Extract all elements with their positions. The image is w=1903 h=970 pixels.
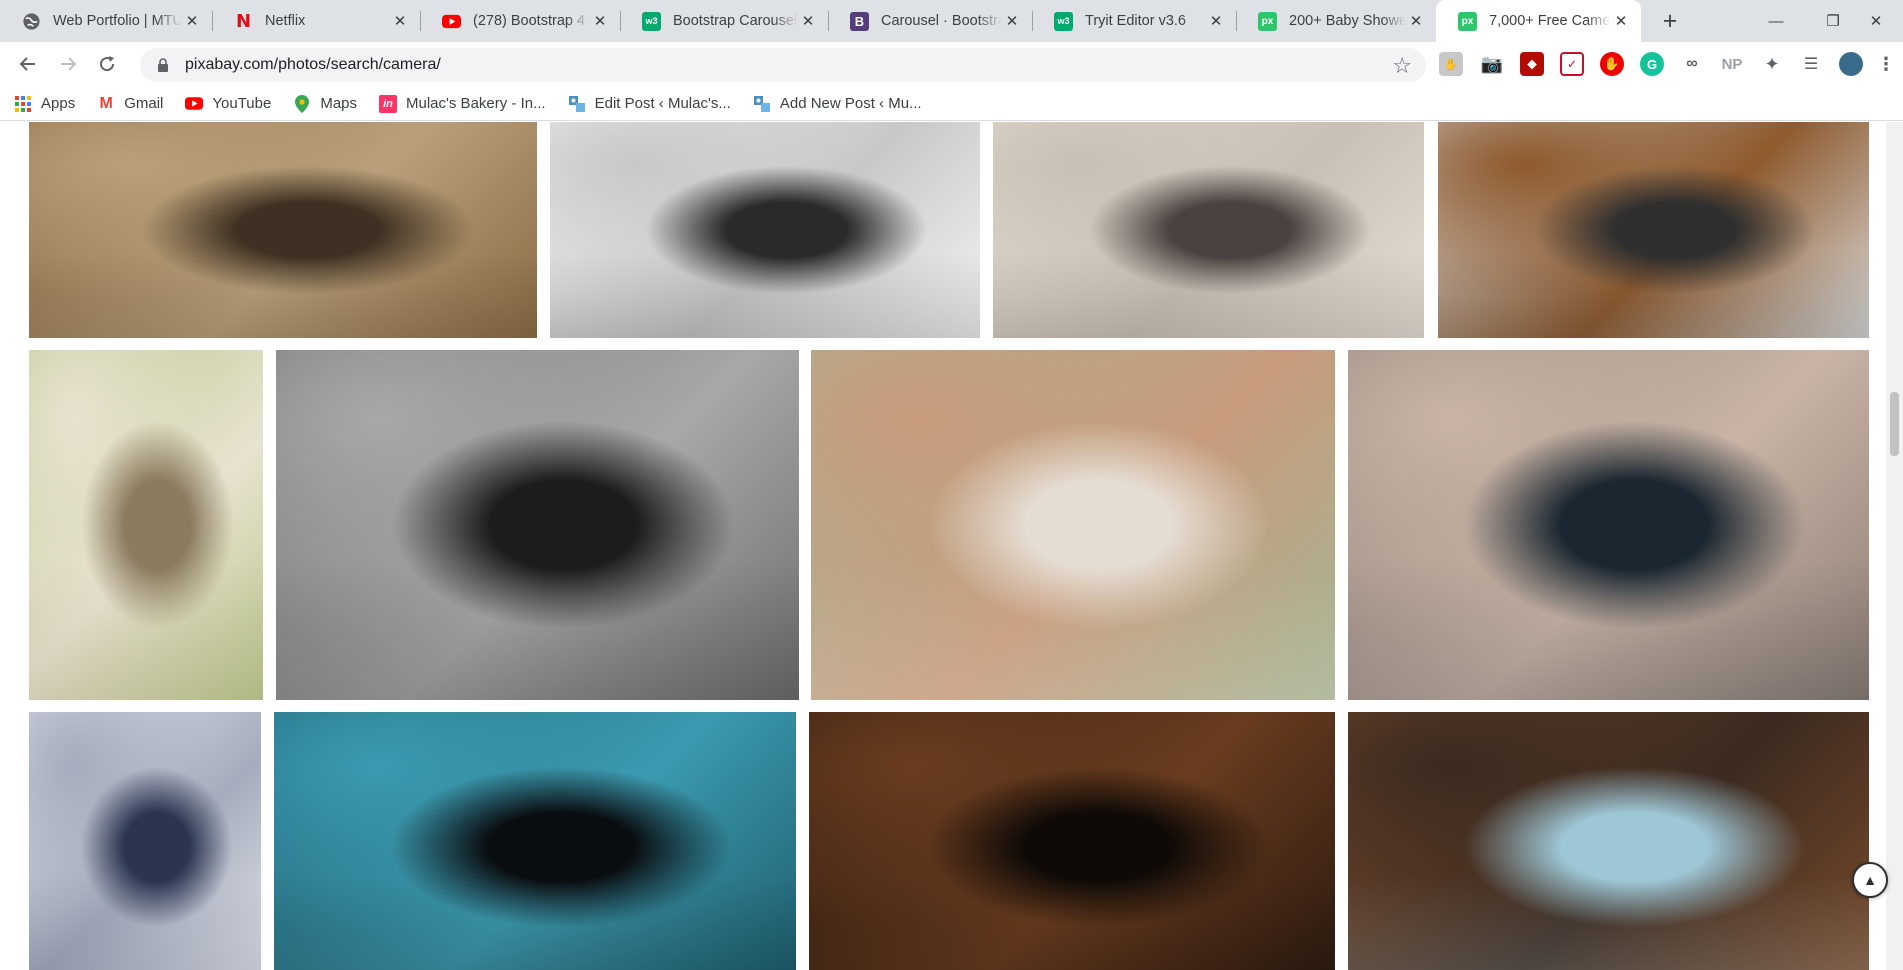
gmail-icon: M: [99, 94, 113, 112]
photo-bw-camera-lens[interactable]: [550, 122, 980, 338]
bookmark-maps[interactable]: Maps: [293, 94, 358, 113]
pixabay-icon: px: [1258, 11, 1277, 31]
tab-netflix[interactable]: N Netflix ✕: [212, 0, 421, 42]
tab-baby-shower[interactable]: px 200+ Baby Shower Photos ✕: [1236, 0, 1437, 42]
globe-icon: [22, 12, 41, 31]
pixabay-icon: px: [1458, 11, 1477, 31]
glasses-extension-icon[interactable]: ∞: [1680, 52, 1704, 76]
maps-pin-icon: [293, 94, 311, 113]
photo-laptop-camera-desk[interactable]: [1348, 712, 1869, 970]
tab-camera-photos-active[interactable]: px 7,000+ Free Camera Photos ✕: [1436, 0, 1641, 42]
minimize-icon[interactable]: —: [1746, 0, 1806, 42]
w3schools-icon: w3: [642, 11, 661, 31]
close-icon[interactable]: ✕: [798, 11, 818, 31]
tab-title: Bootstrap Carousel: [673, 13, 798, 29]
bookmark-label: Add New Post ‹ Mu...: [779, 95, 922, 112]
grammarly-icon[interactable]: G: [1640, 52, 1664, 76]
photo-olympus-camera[interactable]: [276, 350, 799, 700]
bookmark-star-icon[interactable]: ☆: [1392, 53, 1412, 79]
tab-carousel-bootstrap[interactable]: B Carousel · Bootstrap ✕: [828, 0, 1033, 42]
close-icon[interactable]: ✕: [1002, 11, 1022, 31]
wordpress-site-icon: [753, 95, 771, 113]
reload-icon[interactable]: [92, 49, 122, 79]
photo-camera-lens-closeup[interactable]: [1348, 350, 1869, 700]
tab-title: Netflix: [265, 13, 306, 29]
bookmark-label: Apps: [41, 95, 76, 112]
bookmark-gmail[interactable]: M Gmail: [97, 94, 164, 113]
window-close-icon[interactable]: ✕: [1846, 0, 1903, 42]
tab-title: (278) Bootstrap 4 Tutorial: [473, 13, 590, 29]
scrollbar-thumb[interactable]: [1890, 392, 1899, 456]
forward-arrow-icon[interactable]: [53, 49, 83, 79]
close-icon[interactable]: ✕: [1611, 11, 1631, 31]
bookmark-label: Maps: [320, 95, 358, 112]
adobe-acrobat-icon[interactable]: ⬥: [1520, 52, 1544, 76]
photo-girl-with-camera[interactable]: [29, 350, 263, 700]
close-icon[interactable]: ✕: [390, 11, 410, 31]
bookmark-label: YouTube: [212, 95, 272, 112]
bookmarks-bar: Apps M Gmail YouTube Maps in Mulac's Bak…: [0, 87, 1903, 121]
youtube-icon: [185, 95, 204, 113]
close-icon[interactable]: ✕: [590, 11, 610, 31]
wordpress-site-icon: [568, 95, 586, 113]
photo-vintage-folding-camera[interactable]: [809, 712, 1335, 970]
photo-woman-with-camera[interactable]: [29, 122, 537, 338]
invision-icon: in: [379, 94, 398, 113]
youtube-icon: [442, 12, 461, 31]
tab-bootstrap-carousel[interactable]: w3 Bootstrap Carousel ✕: [620, 0, 829, 42]
address-bar[interactable]: pixabay.com/photos/search/camera/ ☆: [140, 48, 1426, 82]
extensions-puzzle-icon[interactable]: ✦: [1760, 52, 1784, 76]
bookmark-label: Mulac's Bakery - In...: [406, 95, 546, 112]
apps-grid-icon: [14, 95, 32, 113]
photo-woman-film-camera[interactable]: [811, 350, 1335, 700]
adblock-shield-icon[interactable]: ✋: [1600, 52, 1624, 76]
browser-toolbar: pixabay.com/photos/search/camera/ ☆ ✋ 📷 …: [0, 42, 1903, 87]
tab-strip: Web Portfolio | MTU ✕ N Netflix ✕ (278) …: [0, 0, 1903, 42]
bookmark-label: Gmail: [124, 95, 164, 112]
photo-vintage-twin-lens[interactable]: [1438, 122, 1869, 338]
pocket-icon[interactable]: ✓: [1560, 52, 1584, 76]
tab-youtube-bootstrap[interactable]: (278) Bootstrap 4 Tutorial ✕: [420, 0, 621, 42]
scroll-to-top-icon[interactable]: ▲: [1852, 862, 1888, 898]
netflix-icon: N: [235, 10, 252, 32]
tab-title: 7,000+ Free Camera Photos: [1489, 13, 1611, 29]
bookmark-label: Edit Post ‹ Mulac's...: [594, 95, 731, 112]
profile-avatar[interactable]: [1839, 52, 1863, 76]
w3schools-icon: w3: [1054, 11, 1073, 31]
reading-list-icon[interactable]: ☰: [1799, 52, 1823, 76]
bookmark-add-new-post[interactable]: Add New Post ‹ Mu...: [753, 95, 922, 113]
photo-results-grid: [0, 122, 1903, 970]
extension-grey-icon[interactable]: ✋: [1439, 52, 1463, 76]
camera-extension-icon[interactable]: 📷: [1480, 52, 1504, 76]
close-icon[interactable]: ✕: [182, 11, 202, 31]
lock-icon[interactable]: [155, 58, 171, 72]
close-icon[interactable]: ✕: [1206, 11, 1226, 31]
new-tab-plus-icon[interactable]: +: [1654, 5, 1686, 37]
tab-title: 200+ Baby Shower Photos: [1289, 13, 1406, 29]
url-text[interactable]: pixabay.com/photos/search/camera/: [185, 56, 441, 74]
np-extension-icon[interactable]: NP: [1720, 52, 1744, 76]
bookmark-edit-post[interactable]: Edit Post ‹ Mulac's...: [568, 95, 731, 113]
tab-title: Carousel · Bootstrap: [881, 13, 1002, 29]
bootstrap-icon: B: [850, 11, 869, 31]
bookmark-apps[interactable]: Apps: [14, 95, 75, 113]
back-arrow-icon[interactable]: [13, 49, 43, 79]
tab-title: Tryit Editor v3.6: [1085, 13, 1186, 29]
bookmark-mulacs-bakery[interactable]: in Mulac's Bakery - In...: [379, 94, 546, 113]
tab-tryit-editor[interactable]: w3 Tryit Editor v3.6 ✕: [1032, 0, 1237, 42]
menu-kebab-icon[interactable]: ⋮: [1877, 52, 1895, 76]
close-icon[interactable]: ✕: [1406, 11, 1426, 31]
bookmark-youtube[interactable]: YouTube: [185, 95, 271, 113]
tab-title: Web Portfolio | MTU: [53, 13, 182, 29]
tab-web-portfolio[interactable]: Web Portfolio | MTU ✕: [0, 0, 213, 42]
photo-camera-hanging-strap[interactable]: [29, 712, 261, 970]
page-scrollbar[interactable]: [1886, 122, 1903, 970]
photo-hand-with-phone[interactable]: [274, 712, 796, 970]
photo-sony-camera-laptop[interactable]: [993, 122, 1424, 338]
